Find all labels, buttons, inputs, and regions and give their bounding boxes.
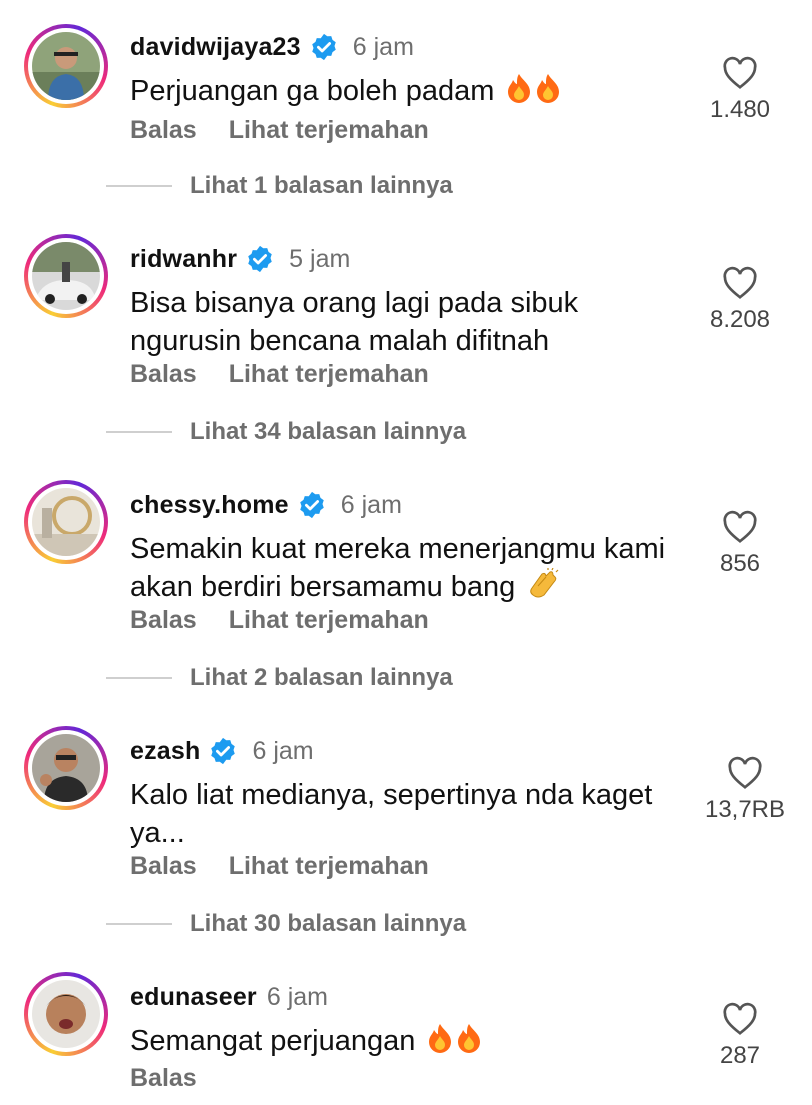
divider-line [106,185,172,187]
view-replies-button[interactable]: Lihat 30 balasan lainnya [106,910,466,938]
username[interactable]: davidwijaya23 [130,33,301,62]
timestamp: 6 jam [340,490,402,519]
heart-icon[interactable] [722,266,758,300]
like-count: 287 [719,1042,761,1069]
view-replies-label: Lihat 2 balasan lainnya [190,664,453,691]
avatar [32,488,100,556]
comment-text: Bisa bisanya orang lagi pada sibuk nguru… [130,287,579,357]
divider-line [106,677,172,679]
avatar-ring[interactable] [24,726,108,810]
view-replies-button[interactable]: Lihat 34 balasan lainnya [106,418,466,446]
comment-text: Kalo liat medianya, sepertinya nda kaget… [130,779,653,849]
comment-chessy-home: chessy.home 6 jam Semakin kuat mereka me… [0,468,812,708]
avatar [32,980,100,1048]
view-replies-label: Lihat 34 balasan lainnya [190,418,467,445]
verified-badge-icon [248,245,272,273]
comment-text: Perjuangan ga boleh padam [130,72,710,114]
username[interactable]: ezash [130,737,200,766]
heart-icon[interactable] [722,510,758,544]
avatar-ring[interactable] [24,480,108,564]
see-translation-button[interactable]: Lihat terjemahan [229,852,429,881]
like-count: 8.208 [709,306,771,333]
divider-line [106,431,172,433]
comment-ridwanhr: ridwanhr 5 jam Bisa bisanya orang lagi p… [0,222,812,462]
timestamp: 6 jam [252,736,314,765]
comment-edunaseer: edunaseer 6 jam Semangat perjuangan Bala… [0,960,812,1105]
comment-body: Perjuangan ga boleh padam [130,75,495,107]
fire-emoji-icon [426,1022,484,1064]
avatar-ring[interactable] [24,972,108,1056]
avatar [32,242,100,310]
clapping-hands-emoji-icon [526,567,560,610]
comment-body: Semangat perjuangan [130,1025,416,1057]
timestamp: 6 jam [266,982,329,1011]
reply-button[interactable]: Balas [130,1064,197,1093]
like-count: 13,7RB [704,796,786,823]
view-replies-label: Lihat 30 balasan lainnya [190,910,467,937]
avatar-ring[interactable] [24,234,108,318]
like-count: 856 [719,550,761,577]
fire-emoji-icon [505,72,563,114]
see-translation-button[interactable]: Lihat terjemahan [229,360,429,389]
timestamp: 6 jam [352,32,414,61]
avatar-ring[interactable] [24,24,108,108]
view-replies-label: Lihat 1 balasan lainnya [190,172,453,199]
reply-button[interactable]: Balas [130,116,197,145]
reply-button[interactable]: Balas [130,360,197,389]
reply-button[interactable]: Balas [130,606,197,635]
heart-icon[interactable] [722,1002,758,1036]
comment-ezash: ezash 6 jam Kalo liat medianya, sepertin… [0,714,812,954]
verified-badge-icon [312,33,336,61]
comment-text: Semangat perjuangan [130,1022,710,1064]
timestamp: 5 jam [289,244,351,273]
reply-button[interactable]: Balas [130,852,197,881]
heart-icon[interactable] [722,56,758,90]
username[interactable]: edunaseer [130,983,257,1012]
divider-line [106,923,172,925]
like-count: 1.480 [709,96,771,123]
avatar [32,734,100,802]
comment-body: Semakin kuat mereka menerjangmu kami aka… [130,533,666,603]
username[interactable]: chessy.home [130,491,289,520]
see-translation-button[interactable]: Lihat terjemahan [229,606,429,635]
username[interactable]: ridwanhr [130,245,237,274]
verified-badge-icon [211,737,236,765]
view-replies-button[interactable]: Lihat 2 balasan lainnya [106,664,453,692]
comment-text: Semakin kuat mereka menerjangmu kami aka… [130,530,720,610]
see-translation-button[interactable]: Lihat terjemahan [229,116,429,145]
verified-badge-icon [300,491,324,519]
heart-icon[interactable] [727,756,763,790]
comment-davidwijaya23: davidwijaya23 6 jam Perjuangan ga boleh … [0,10,812,240]
avatar [32,32,100,100]
view-replies-button[interactable]: Lihat 1 balasan lainnya [106,172,453,200]
